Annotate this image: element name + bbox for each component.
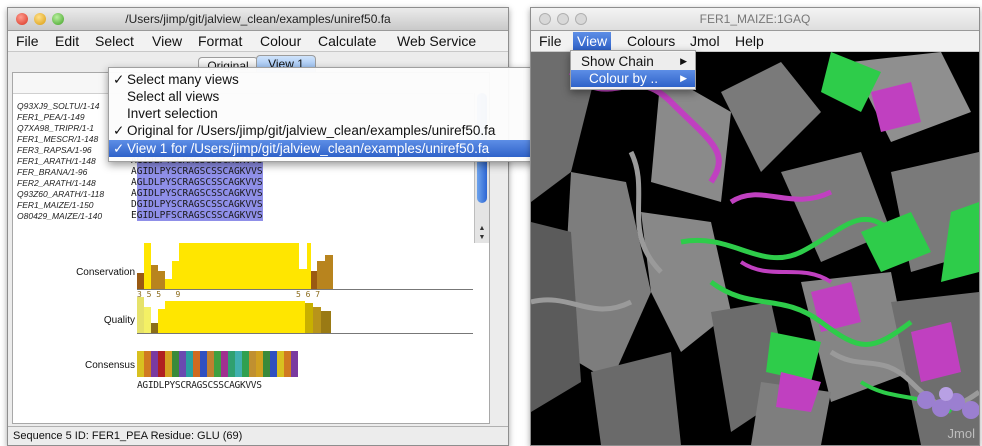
scroll-up-arrow[interactable]: ▲ bbox=[475, 225, 489, 233]
sequence-name[interactable]: FER1_MAIZE/1-150 bbox=[17, 200, 94, 210]
jalview-window-title: /Users/jimp/git/jalview_clean/examples/u… bbox=[125, 12, 391, 26]
jmol-menubar: File View Colours Jmol Help bbox=[531, 31, 979, 52]
menu-item-label: Colour by .. bbox=[589, 71, 659, 86]
sequence-name[interactable]: Q7XA98_TRIPR/1-1 bbox=[17, 123, 94, 133]
check-icon: ✓ bbox=[113, 72, 125, 87]
menu-item-original-view[interactable]: ✓ Original for /Users/jimp/git/jalview_c… bbox=[109, 122, 571, 139]
menu-help[interactable]: Help bbox=[731, 32, 768, 50]
menu-item-show-chain[interactable]: Show Chain ▶ bbox=[571, 53, 695, 70]
selected-residues: GIDLPYSCRAGSCSSCAGKVVS bbox=[136, 166, 263, 177]
jmol-view-dropdown: Show Chain ▶ Colour by .. ▶ bbox=[570, 50, 696, 90]
sequence-name[interactable]: Q93Z60_ARATH/1-118 bbox=[17, 189, 104, 199]
sequence-name[interactable]: FER_BRANA/1-96 bbox=[17, 167, 87, 177]
menu-item-colour-by[interactable]: Colour by .. ▶ bbox=[571, 70, 695, 87]
selected-residues: GIDLPFSCRAGSCSSCAGKVVS bbox=[136, 210, 263, 221]
sequence-row[interactable]: DGIDLPYSCRAGSCSSCAGKVVS bbox=[131, 199, 263, 210]
residue-lead: D bbox=[131, 199, 137, 210]
jalview-menubar: File Edit Select View Format Colour Calc… bbox=[8, 31, 508, 52]
menu-web-service[interactable]: Web Service bbox=[393, 32, 480, 50]
menu-item-label: Invert selection bbox=[127, 106, 218, 121]
jmol-window-title: FER1_MAIZE:1GAQ bbox=[699, 12, 811, 26]
sequence-name[interactable]: FER2_ARATH/1-148 bbox=[17, 178, 96, 188]
menu-format[interactable]: Format bbox=[194, 32, 246, 50]
sequence-row[interactable]: AGLDLPYSCRAGSCSSCAGKVVS bbox=[131, 177, 263, 188]
menu-jmol[interactable]: Jmol bbox=[686, 32, 724, 50]
jmol-titlebar[interactable]: FER1_MAIZE:1GAQ bbox=[531, 8, 979, 31]
submenu-arrow-icon: ▶ bbox=[680, 56, 687, 66]
conservation-histogram bbox=[137, 241, 473, 290]
menu-item-label: Original for /Users/jimp/git/jalview_cle… bbox=[127, 123, 496, 138]
quality-histogram bbox=[137, 297, 473, 334]
residue-lead: E bbox=[131, 210, 137, 221]
check-icon: ✓ bbox=[113, 141, 125, 156]
menu-view[interactable]: View bbox=[573, 32, 612, 50]
selected-residues: GIDLPYSCRAGSCSSCAGKVVS bbox=[136, 188, 263, 199]
conservation-label[interactable]: Conservation bbox=[53, 267, 135, 278]
sequence-row[interactable]: EGIDLPFSCRAGSCSSCAGKVVS bbox=[131, 210, 263, 221]
consensus-logo bbox=[137, 351, 337, 377]
sequence-name[interactable]: FER1_PEA/1-149 bbox=[17, 112, 85, 122]
selected-residues: GIDLPYSCRAGSCSSCAGKVVS bbox=[136, 199, 263, 210]
menu-view[interactable]: View bbox=[148, 32, 186, 50]
sequence-name[interactable]: Q93XJ9_SOLTU/1-14 bbox=[17, 101, 100, 111]
sequence-row[interactable]: AGIDLPYSCRAGSCSSCAGKVVS bbox=[131, 166, 263, 177]
sequence-name[interactable]: FER1_MESCR/1-148 bbox=[17, 134, 98, 144]
menu-file[interactable]: File bbox=[12, 32, 43, 50]
jmol-structure-viewer[interactable]: Jmol bbox=[531, 52, 979, 445]
menu-edit[interactable]: Edit bbox=[51, 32, 83, 50]
menu-item-view-1[interactable]: ✓ View 1 for /Users/jimp/git/jalview_cle… bbox=[109, 140, 571, 157]
protein-ribbon-rendering bbox=[531, 52, 979, 445]
menu-item-label: Select many views bbox=[127, 72, 239, 87]
sequence-row[interactable]: AGIDLPYSCRAGSCSSCAGKVVS bbox=[131, 188, 263, 199]
menu-select[interactable]: Select bbox=[91, 32, 138, 50]
residue-lead: A bbox=[131, 188, 137, 199]
submenu-arrow-icon: ▶ bbox=[680, 73, 687, 83]
consensus-label[interactable]: Consensus bbox=[53, 360, 135, 371]
status-bar: Sequence 5 ID: FER1_PEA Residue: GLU (69… bbox=[8, 426, 508, 445]
selected-residues: GLDLPYSCRAGSCSSCAGKVVS bbox=[136, 177, 263, 188]
menu-item-label: Select all views bbox=[127, 89, 220, 104]
menu-colours[interactable]: Colours bbox=[623, 32, 679, 50]
select-views-popup: ✓ Select many views Select all views Inv… bbox=[108, 67, 572, 162]
menu-item-select-many-views[interactable]: ✓ Select many views bbox=[109, 71, 571, 88]
menu-item-label: Show Chain bbox=[581, 54, 654, 69]
sequence-name[interactable]: FER1_ARATH/1-148 bbox=[17, 156, 96, 166]
menu-item-select-all-views[interactable]: Select all views bbox=[109, 88, 571, 105]
residue-lead: A bbox=[131, 166, 137, 177]
scroll-down-arrow[interactable]: ▼ bbox=[475, 234, 489, 242]
menu-calculate[interactable]: Calculate bbox=[314, 32, 380, 50]
quality-label[interactable]: Quality bbox=[53, 315, 135, 326]
menu-item-invert-selection[interactable]: Invert selection bbox=[109, 105, 571, 122]
sequence-name[interactable]: O80429_MAIZE/1-140 bbox=[17, 211, 102, 221]
jalview-titlebar[interactable]: /Users/jimp/git/jalview_clean/examples/u… bbox=[8, 8, 508, 31]
consensus-sequence: AGIDLPYSCRAGSCSSCAGKVVS bbox=[137, 380, 262, 391]
menu-file[interactable]: File bbox=[535, 32, 566, 50]
menu-item-label: View 1 for /Users/jimp/git/jalview_clean… bbox=[127, 141, 490, 156]
check-icon: ✓ bbox=[113, 123, 125, 138]
sequence-name[interactable]: FER3_RAPSA/1-96 bbox=[17, 145, 92, 155]
jmol-watermark: Jmol bbox=[947, 426, 975, 441]
residue-lead: A bbox=[131, 177, 137, 188]
menu-colour[interactable]: Colour bbox=[256, 32, 305, 50]
